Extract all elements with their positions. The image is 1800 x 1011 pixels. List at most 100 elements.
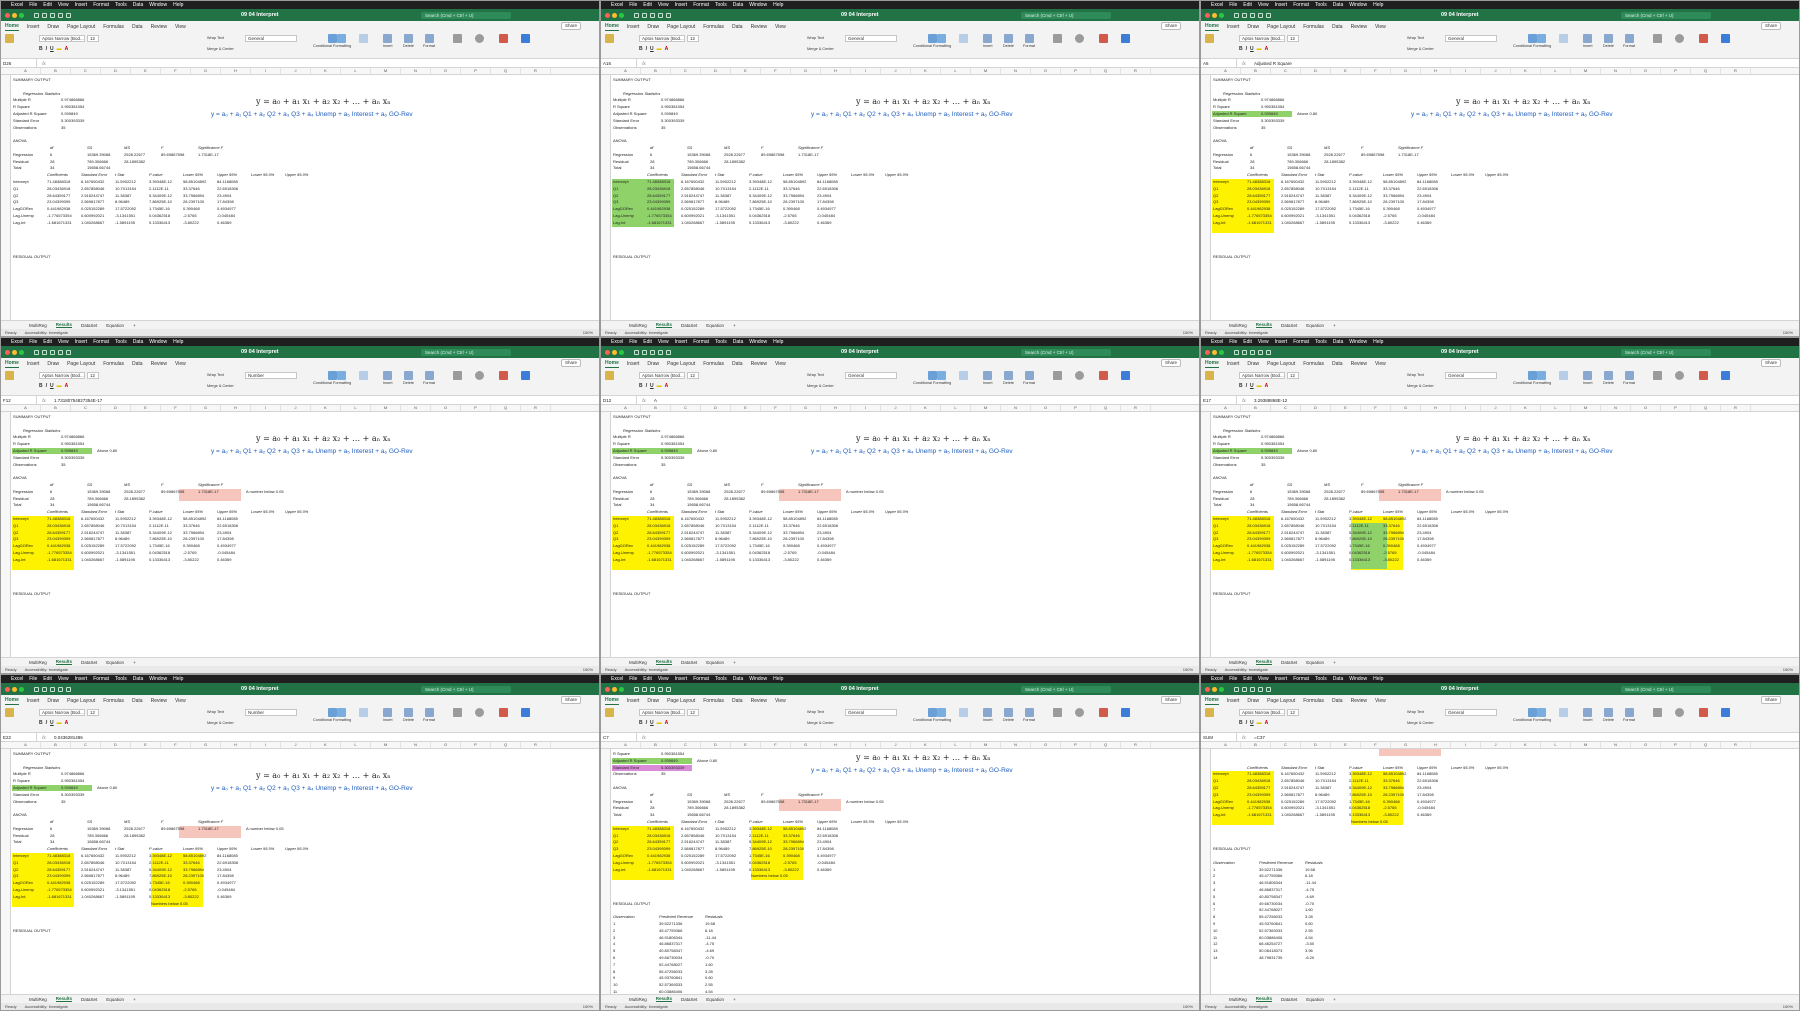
column-header[interactable]: H bbox=[221, 405, 251, 411]
search-input[interactable]: Search (Cmd + Ctrl + U) bbox=[421, 685, 511, 693]
menu-item[interactable]: Edit bbox=[1243, 676, 1252, 682]
worksheet[interactable]: SUMMARY OUTPUTRegression StatisticsMulti… bbox=[1201, 75, 1799, 320]
font-name-select[interactable]: Aptos Narrow (Bod... bbox=[39, 709, 85, 716]
tab-review[interactable]: Review bbox=[151, 698, 167, 705]
delete-cells-button[interactable]: Delete bbox=[1003, 34, 1014, 48]
add-sheet-icon[interactable]: + bbox=[1333, 323, 1336, 328]
menu-item[interactable]: Help bbox=[173, 676, 183, 682]
menu-item[interactable]: File bbox=[29, 2, 37, 8]
sort-filter-button[interactable] bbox=[453, 708, 462, 717]
column-header[interactable]: M bbox=[971, 405, 1001, 411]
sheet-tab-equation[interactable]: Equation bbox=[1306, 997, 1324, 1002]
sheet-tab-multireg[interactable]: MultiReg bbox=[29, 997, 47, 1002]
sheet-tab-dataset[interactable]: DataSet bbox=[681, 997, 697, 1002]
column-header[interactable]: A bbox=[611, 68, 641, 74]
column-header[interactable]: D bbox=[701, 68, 731, 74]
font-name-select[interactable]: Aptos Narrow (Bod... bbox=[39, 372, 85, 379]
merge-center-button[interactable]: Merge & Center bbox=[1407, 720, 1434, 725]
sheet-tab-results[interactable]: Results bbox=[55, 659, 73, 665]
close-window-icon[interactable] bbox=[5, 12, 10, 18]
column-header[interactable]: J bbox=[281, 68, 311, 74]
close-window-icon[interactable] bbox=[605, 686, 610, 692]
tab-formulas[interactable]: Formulas bbox=[1303, 361, 1324, 368]
save-icon[interactable] bbox=[1250, 686, 1255, 692]
column-header[interactable]: Q bbox=[491, 405, 521, 411]
number-format-select[interactable]: Number bbox=[245, 709, 297, 716]
menu-item[interactable]: Help bbox=[773, 2, 783, 8]
save-icon[interactable] bbox=[650, 686, 655, 692]
sheet-tab-multireg[interactable]: MultiReg bbox=[629, 660, 647, 665]
insert-cells-button[interactable]: Insert bbox=[383, 34, 393, 48]
column-header[interactable]: P bbox=[1061, 68, 1091, 74]
worksheet[interactable]: SUMMARY OUTPUTRegression StatisticsMulti… bbox=[601, 75, 1199, 320]
tab-data[interactable]: Data bbox=[1332, 361, 1343, 368]
menu-item[interactable]: Data bbox=[133, 339, 144, 345]
insert-cells-button[interactable]: Insert bbox=[983, 371, 993, 385]
bold-icon[interactable]: B bbox=[1239, 720, 1243, 726]
column-header[interactable]: M bbox=[371, 68, 401, 74]
menu-item[interactable]: Edit bbox=[643, 339, 652, 345]
column-header[interactable]: F bbox=[1361, 742, 1391, 748]
format-cells-button[interactable]: Format bbox=[1623, 34, 1635, 48]
name-box[interactable]: A6 bbox=[1201, 59, 1237, 67]
paste-button[interactable] bbox=[605, 371, 614, 380]
add-ins-button[interactable] bbox=[1699, 371, 1708, 380]
menu-item[interactable]: Window bbox=[149, 339, 167, 345]
column-header[interactable]: F bbox=[161, 405, 191, 411]
save-icon[interactable] bbox=[1250, 12, 1255, 18]
menu-item[interactable]: Edit bbox=[43, 2, 52, 8]
search-input[interactable]: Search (Cmd + Ctrl + U) bbox=[421, 11, 511, 19]
menu-item[interactable]: File bbox=[629, 2, 637, 8]
worksheet[interactable]: SUMMARY OUTPUTRegression StatisticsMulti… bbox=[1, 75, 599, 320]
menu-item[interactable]: Format bbox=[93, 339, 109, 345]
zoom-level[interactable]: 150% bbox=[583, 667, 593, 672]
sort-filter-button[interactable] bbox=[453, 371, 462, 380]
fx-icon[interactable]: fx bbox=[37, 398, 51, 403]
menu-item[interactable]: Help bbox=[173, 2, 183, 8]
tab-insert[interactable]: Insert bbox=[27, 24, 40, 31]
column-header[interactable]: L bbox=[341, 742, 371, 748]
find-select-button[interactable] bbox=[1075, 34, 1084, 43]
menu-item[interactable]: Insert bbox=[1275, 676, 1288, 682]
find-select-button[interactable] bbox=[475, 371, 484, 380]
column-header[interactable]: I bbox=[851, 405, 881, 411]
accessibility-status[interactable]: Accessibility: Investigate bbox=[25, 1004, 68, 1009]
sheet-tab-multireg[interactable]: MultiReg bbox=[1229, 997, 1247, 1002]
column-header[interactable]: K bbox=[311, 68, 341, 74]
column-header[interactable]: B bbox=[641, 68, 671, 74]
add-ins-button[interactable] bbox=[1099, 34, 1108, 43]
menu-item[interactable]: Excel bbox=[11, 339, 23, 345]
formula-input[interactable]: 1.73180754827354E-17 bbox=[51, 398, 102, 403]
column-header[interactable]: B bbox=[1241, 405, 1271, 411]
home-icon[interactable] bbox=[1242, 686, 1247, 692]
underline-icon[interactable]: U bbox=[1250, 46, 1254, 52]
minimize-window-icon[interactable] bbox=[612, 349, 617, 355]
sheet-tab-results[interactable]: Results bbox=[55, 996, 73, 1002]
zoom-window-icon[interactable] bbox=[1219, 349, 1224, 355]
column-header[interactable]: H bbox=[821, 68, 851, 74]
fill-color-icon[interactable]: ▬ bbox=[1257, 720, 1262, 726]
autosave-icon[interactable] bbox=[1234, 349, 1239, 355]
column-header[interactable]: I bbox=[851, 742, 881, 748]
menu-item[interactable]: Insert bbox=[75, 2, 88, 8]
tab-draw[interactable]: Draw bbox=[647, 24, 659, 31]
sheet-tab-equation[interactable]: Equation bbox=[1306, 660, 1324, 665]
find-select-button[interactable] bbox=[1075, 708, 1084, 717]
fill-color-icon[interactable]: ▬ bbox=[657, 720, 662, 726]
column-header[interactable]: G bbox=[791, 405, 821, 411]
analyze-data-button[interactable] bbox=[1721, 708, 1730, 717]
column-header[interactable]: P bbox=[461, 742, 491, 748]
tab-formulas[interactable]: Formulas bbox=[1303, 698, 1324, 705]
autosave-icon[interactable] bbox=[34, 349, 39, 355]
menu-item[interactable]: View bbox=[658, 339, 669, 345]
column-header[interactable]: B bbox=[41, 405, 71, 411]
tab-page-layout[interactable]: Page Layout bbox=[667, 361, 695, 368]
tab-review[interactable]: Review bbox=[151, 24, 167, 31]
font-name-select[interactable]: Aptos Narrow (Bod... bbox=[1239, 35, 1285, 42]
column-header[interactable]: B bbox=[1241, 742, 1271, 748]
tab-insert[interactable]: Insert bbox=[27, 698, 40, 705]
font-name-select[interactable]: Aptos Narrow (Bod... bbox=[1239, 709, 1285, 716]
column-header[interactable]: A bbox=[1211, 405, 1241, 411]
column-header[interactable]: A bbox=[11, 68, 41, 74]
minimize-window-icon[interactable] bbox=[612, 686, 617, 692]
